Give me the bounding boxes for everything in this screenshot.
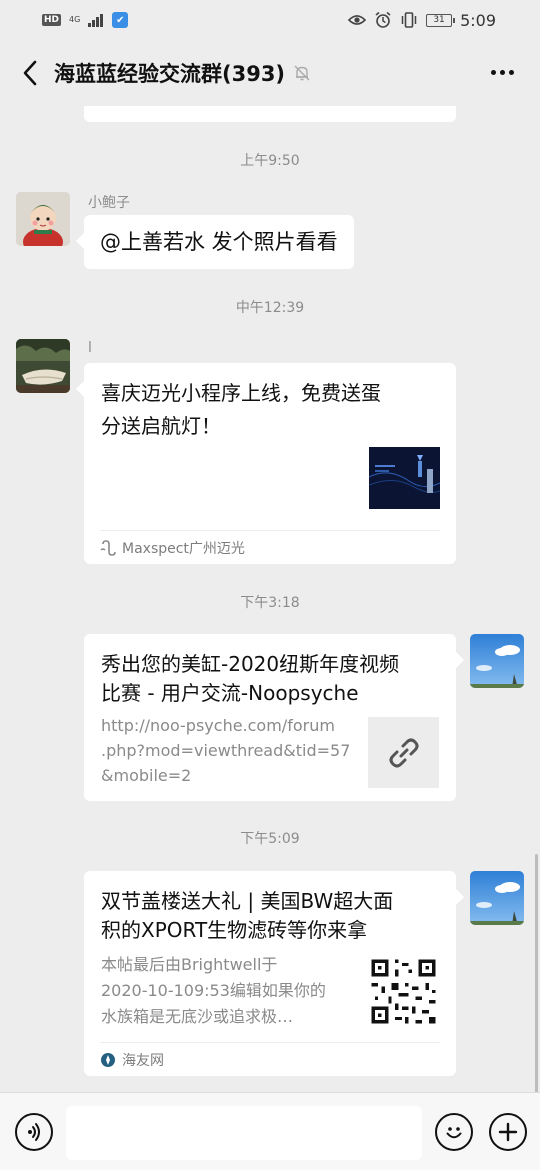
chat-title: 海蓝蓝经验交流群(393) [54, 62, 286, 86]
card-title-line: 喜庆迈光小程序上线，免费送蛋 [101, 381, 381, 405]
avatar[interactable] [16, 192, 70, 246]
card-source: 海友网 [100, 1042, 440, 1076]
timestamp: 中午12:39 [235, 300, 305, 316]
card-desc-line: &mobile=2 [101, 766, 192, 785]
chat-header: 海蓝蓝经验交流群(393) [0, 40, 540, 106]
message-input[interactable] [66, 1106, 422, 1160]
qr-code-icon [368, 956, 439, 1027]
card-source: Maxspect广州迈光 [100, 530, 440, 564]
card-thumbnail [369, 447, 440, 509]
avatar[interactable] [16, 339, 70, 393]
status-right: 31 5:09 [348, 11, 496, 30]
app-notification-icon: ✔ [112, 12, 129, 28]
plus-icon [498, 1122, 518, 1142]
eye-icon [348, 11, 367, 29]
more-button[interactable] [482, 52, 522, 92]
card-title-line: 比赛 - 用户交流-Noopsyche [101, 681, 359, 705]
message-list[interactable]: 上午9:50 小鲍子 @上善若水 发个照片看看 中午12:39 l 喜庆迈光小程… [0, 106, 540, 1092]
card-source-name: 海友网 [122, 1052, 164, 1069]
timestamp: 上午9:50 [240, 153, 300, 169]
card-title-line: 积的XPORT生物滤砖等你来拿 [101, 918, 368, 942]
bell-off-icon [293, 63, 313, 83]
timestamp: 下午5:09 [240, 831, 300, 847]
sender-name: 小鲍子 [88, 195, 130, 211]
status-left: HD 4G ✔ [42, 12, 129, 28]
timestamp: 下午3:18 [240, 595, 300, 611]
status-time: 5:09 [460, 10, 496, 30]
card-desc-line: 本帖最后由Brightwell于 [101, 955, 278, 974]
signal-icon [88, 13, 104, 27]
card-source-name: Maxspect广州迈光 [122, 540, 245, 557]
input-bar [0, 1092, 540, 1170]
partial-message-card[interactable] [84, 106, 456, 122]
card-desc-line: 2020-10-109:53编辑如果你的 [101, 981, 326, 1000]
self-avatar[interactable] [470, 634, 524, 688]
sender-name: l [88, 340, 92, 356]
voice-icon [28, 1123, 40, 1141]
hd-badge: HD [42, 14, 62, 26]
compass-icon [101, 1052, 115, 1067]
message-card[interactable]: 喜庆迈光小程序上线，免费送蛋 分送启航灯！ Maxspect广州迈光 [76, 363, 456, 564]
status-bar: HD 4G ✔ 31 5:09 [0, 0, 540, 40]
more-functions-button[interactable] [489, 1113, 527, 1151]
card-title-line: 分送启航灯！ [101, 414, 221, 438]
link-thumbnail [368, 717, 439, 788]
network-label: 4G [69, 15, 81, 24]
self-avatar[interactable] [470, 871, 524, 925]
battery-icon: 31 [426, 13, 456, 27]
vibrate-icon [400, 11, 418, 29]
card-desc-line: .php?mod=viewthread&tid=57 [101, 741, 351, 760]
qr-code-thumbnail [368, 956, 439, 1027]
chevron-left-icon [23, 60, 37, 86]
back-button[interactable] [8, 51, 52, 95]
card-desc-line: http://noo-psyche.com/forum [101, 716, 335, 735]
emoji-button[interactable] [435, 1113, 473, 1151]
card-desc-line: 水族箱是无底沙或追求极… [101, 1007, 294, 1026]
link-icon [389, 738, 418, 767]
mini-program-icon [100, 539, 116, 556]
scrollbar[interactable] [535, 854, 538, 1092]
message-card[interactable]: 双节盖楼送大礼 | 美国BW超大面 积的XPORT生物滤砖等你来拿 本帖最后由B… [84, 871, 464, 1076]
voice-button[interactable] [15, 1113, 53, 1151]
emoji-icon [446, 1127, 462, 1139]
alarm-icon [374, 11, 392, 29]
link-card[interactable]: 秀出您的美缸-2020纽斯年度视频 比赛 - 用户交流-Noopsyche ht… [84, 634, 464, 801]
more-dots-icon [490, 69, 496, 75]
message-bubble[interactable]: @上善若水 发个照片看看 [76, 215, 354, 269]
